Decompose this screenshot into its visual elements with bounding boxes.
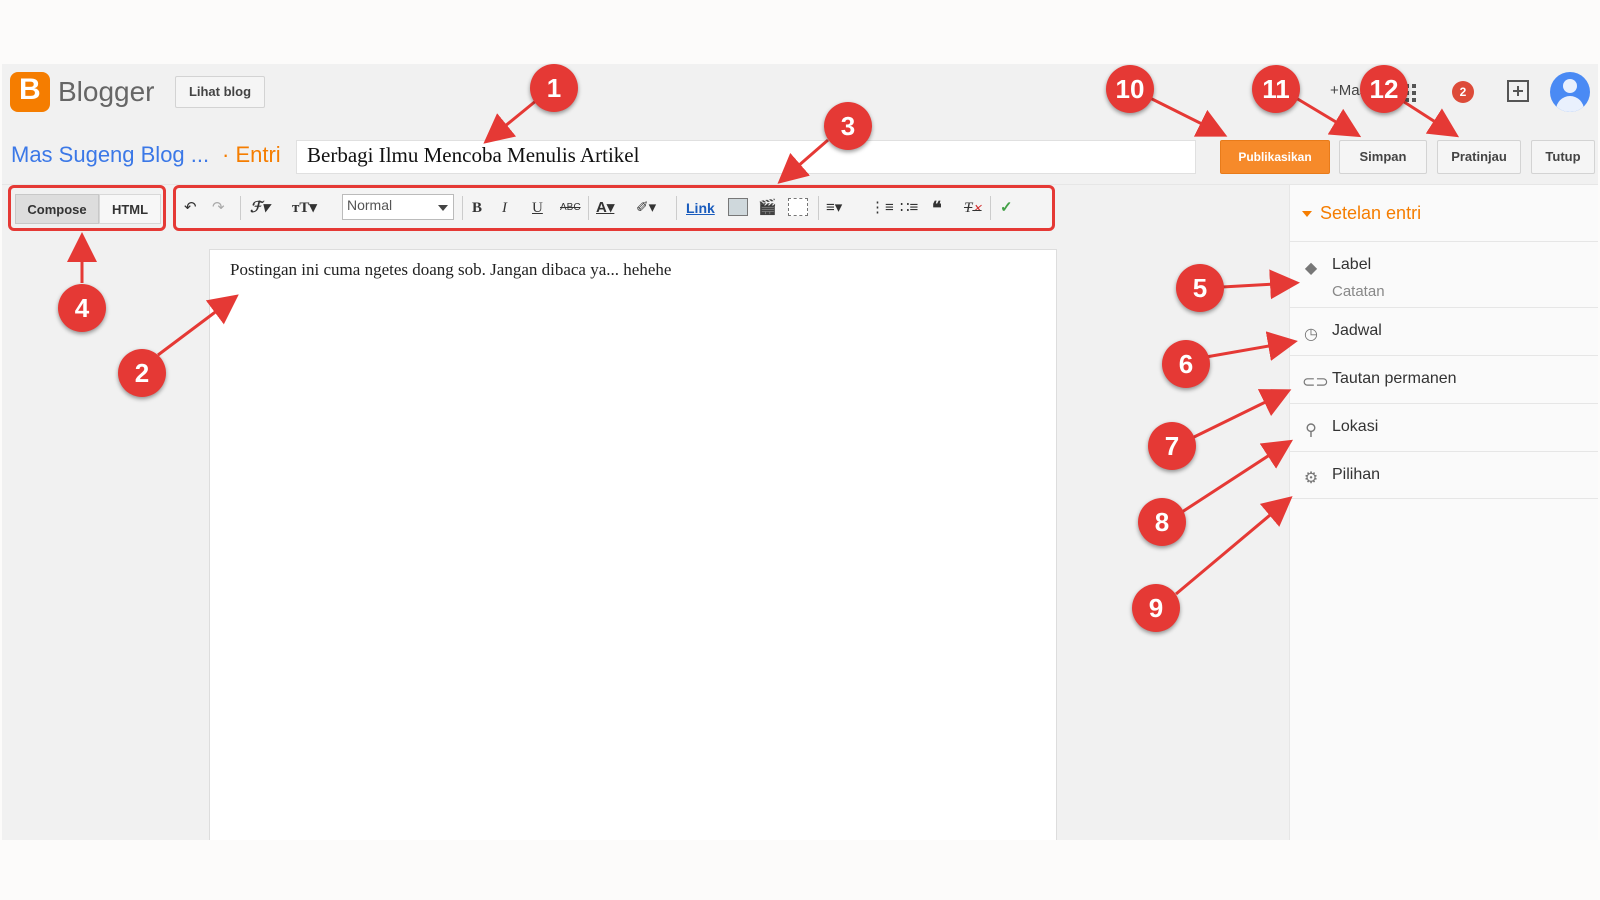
callout-9: 9: [1132, 584, 1180, 632]
callout-5: 5: [1176, 264, 1224, 312]
callout-10: 10: [1106, 65, 1154, 113]
callout-3: 3: [824, 102, 872, 150]
callout-4: 4: [58, 284, 106, 332]
callout-8: 8: [1138, 498, 1186, 546]
callout-1: 1: [530, 64, 578, 112]
callout-12: 12: [1360, 65, 1408, 113]
annotation-arrows: [67, 96, 1460, 596]
callout-6: 6: [1162, 340, 1210, 388]
callout-7: 7: [1148, 422, 1196, 470]
callout-2: 2: [118, 349, 166, 397]
callout-11: 11: [1252, 65, 1300, 113]
